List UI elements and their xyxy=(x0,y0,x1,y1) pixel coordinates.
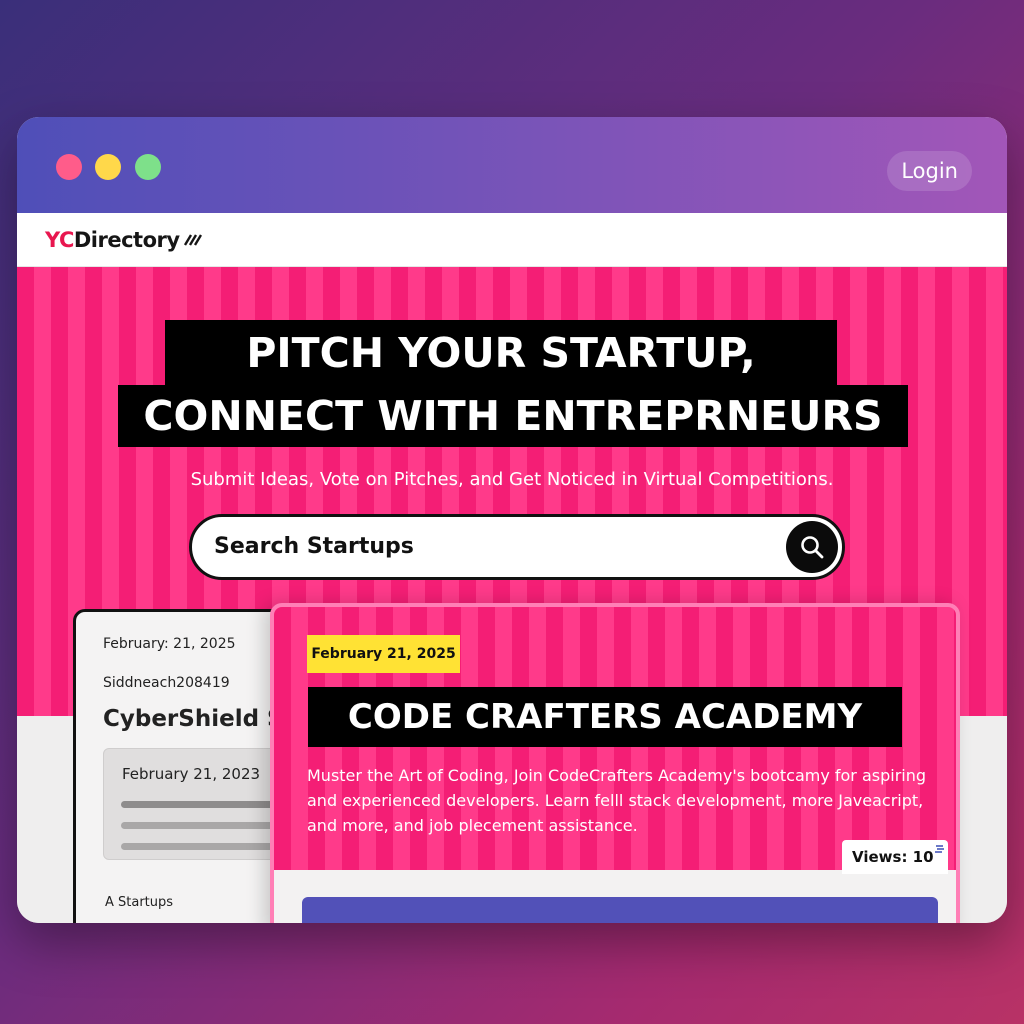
hero-subtitle: Submit Ideas, Vote on Pitches, and Get N… xyxy=(190,469,834,490)
close-window-dot[interactable] xyxy=(56,154,82,180)
search-icon xyxy=(801,536,824,559)
card-category[interactable]: A Startups xyxy=(105,895,173,910)
card-description: Muster the Art of Coding, Join CodeCraft… xyxy=(307,766,927,835)
card-date-badge: February 21, 2025 xyxy=(307,635,460,673)
startup-card-code-crafters[interactable]: February 21, 2025 CODE CRAFTERS ACADEMY … xyxy=(270,603,960,923)
card-author[interactable]: Siddneach208419 xyxy=(103,675,230,691)
preview-date: February 21, 2023 xyxy=(122,765,261,783)
site-logo[interactable]: YC Directory xyxy=(45,225,202,255)
search-input[interactable]: Search Startups xyxy=(189,514,845,580)
hero-headline-line1: PITCH YOUR STARTUP, xyxy=(165,320,837,387)
card-title[interactable]: CODE CRAFTERS ACADEMY xyxy=(308,687,902,747)
startup-card-cybershield[interactable]: February: 21, 2025 Siddneach208419 Cyber… xyxy=(73,609,303,923)
card-title[interactable]: CyberShield S xyxy=(103,706,284,732)
card-date: February: 21, 2025 xyxy=(103,636,236,652)
card-image-banner[interactable] xyxy=(302,897,938,923)
minimize-window-dot[interactable] xyxy=(95,154,121,180)
site-navbar: YC Directory xyxy=(17,213,1007,267)
logo-directory-text: Directory xyxy=(73,228,180,252)
window-titlebar: Login xyxy=(17,117,1007,213)
hero-headline-line2: CONNECT WITH ENTREPRNEURS xyxy=(118,385,908,447)
views-indicator-icon xyxy=(934,845,944,853)
browser-window: Login YC Directory PITCH YOUR STARTUP, C… xyxy=(17,117,1007,923)
views-count: Views: 10 xyxy=(852,848,934,866)
logo-slash-mark-icon xyxy=(183,234,202,246)
logo-yc-text: YC xyxy=(45,228,74,252)
search-placeholder: Search Startups xyxy=(214,534,414,559)
login-button[interactable]: Login xyxy=(887,151,972,191)
maximize-window-dot[interactable] xyxy=(135,154,161,180)
search-button[interactable] xyxy=(786,521,838,573)
views-badge: Views: 10 xyxy=(842,840,948,874)
